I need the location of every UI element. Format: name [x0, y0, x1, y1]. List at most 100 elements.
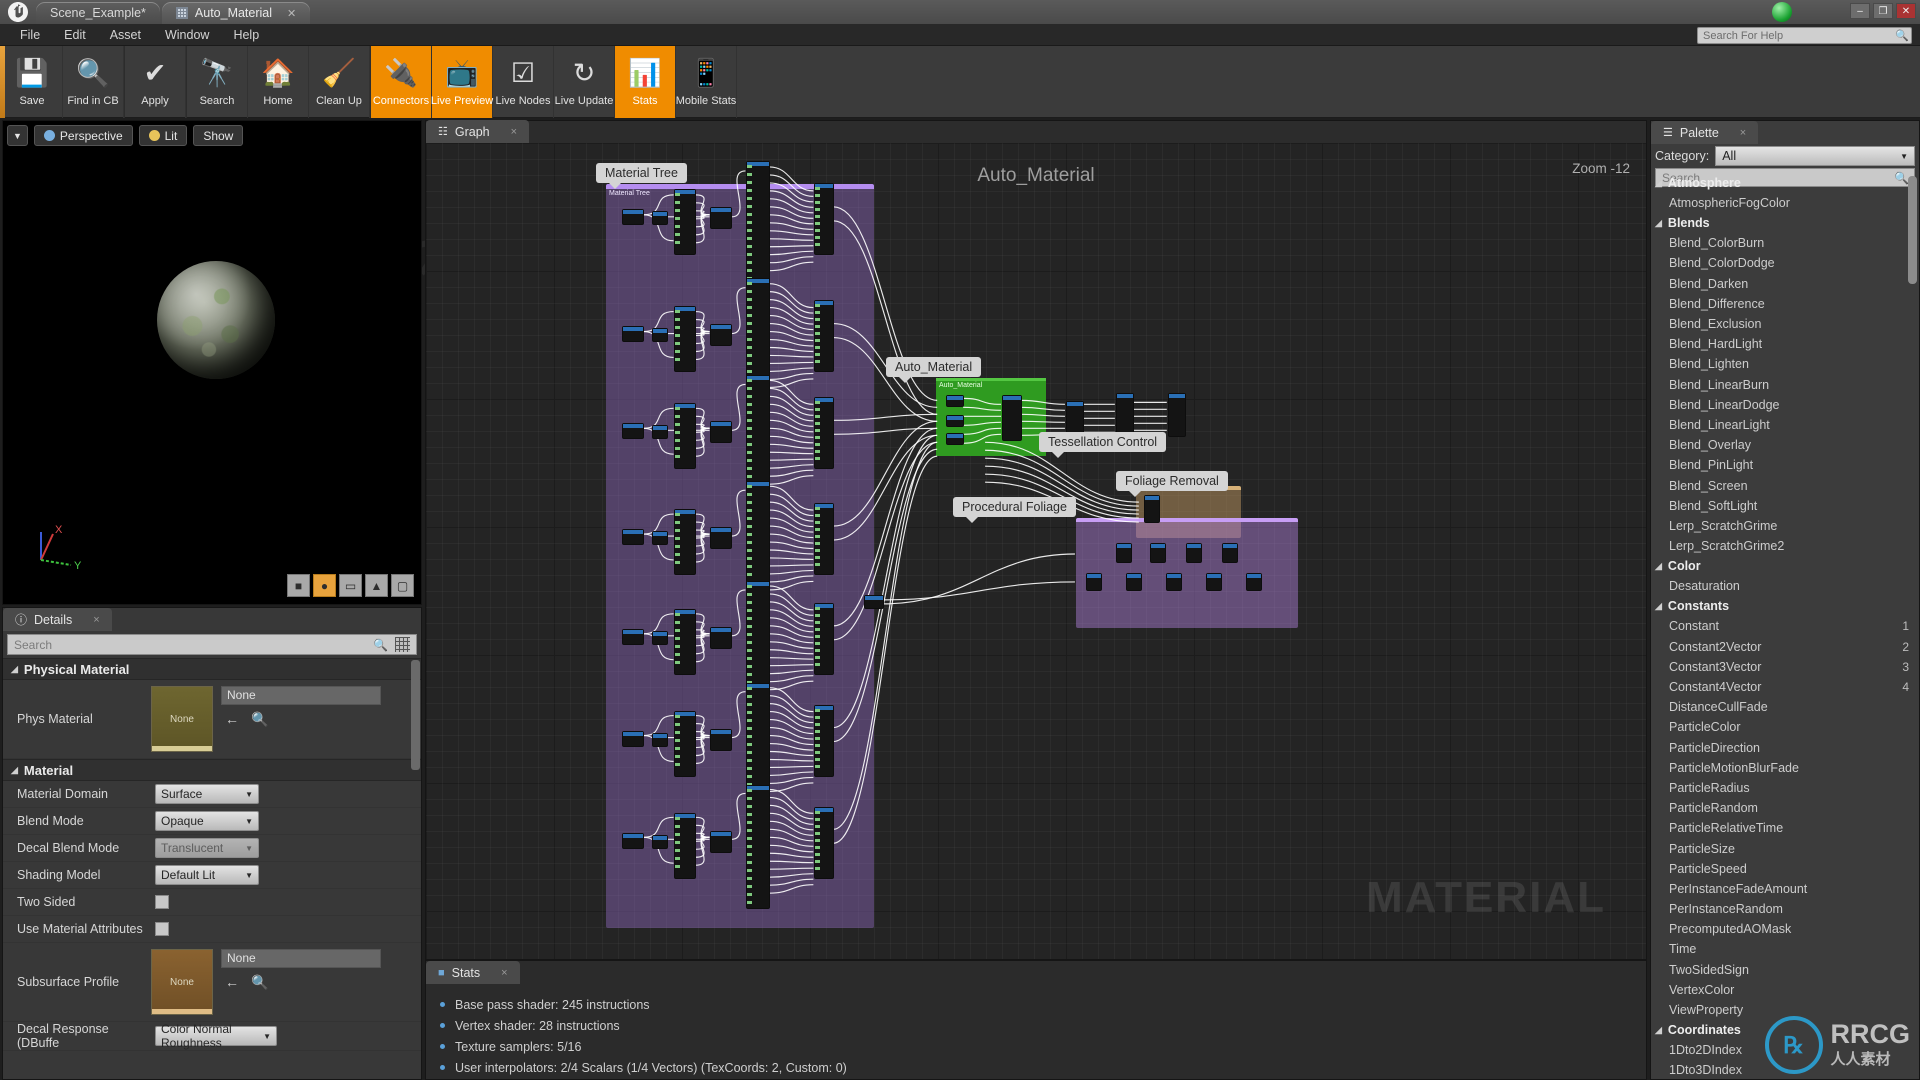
node-output-pin[interactable] — [815, 229, 820, 232]
tree-input-node[interactable] — [622, 833, 644, 849]
viewport-lit-button[interactable]: Lit — [138, 125, 188, 146]
node-output-pin[interactable] — [815, 215, 820, 218]
palette-item[interactable]: Blend_ColorBurn — [1651, 233, 1919, 253]
tree-small-node[interactable] — [652, 631, 668, 645]
node-input-pin[interactable] — [747, 330, 752, 333]
palette-item[interactable]: DistanceCullFade — [1651, 697, 1919, 717]
node-input-pin[interactable] — [747, 189, 752, 192]
close-button[interactable]: ✕ — [1896, 3, 1916, 19]
node-output-pin[interactable] — [815, 758, 820, 761]
node-input-pin[interactable] — [675, 841, 680, 844]
node-input-pin[interactable] — [747, 459, 752, 462]
node-input-pin[interactable] — [675, 521, 680, 524]
node-output-pin[interactable] — [815, 853, 820, 856]
cone-icon[interactable]: ▲ — [365, 574, 388, 597]
node-input-pin[interactable] — [747, 557, 752, 560]
node-output-pin[interactable] — [815, 825, 820, 828]
node-output-pin[interactable] — [815, 549, 820, 552]
details-search-input[interactable]: Search 🔍 👁 — [7, 634, 417, 655]
stats-tab[interactable]: ■ Stats × — [426, 961, 520, 984]
tree-mul-node[interactable] — [710, 421, 732, 443]
node-output-pin[interactable] — [815, 429, 820, 432]
tree-small-node[interactable] — [652, 211, 668, 225]
cube-icon[interactable]: ▢ — [391, 574, 414, 597]
palette-item[interactable]: Constant3Vector 3 — [1651, 657, 1919, 677]
bubble-foliage-removal[interactable]: Foliage Removal — [1116, 471, 1228, 497]
node-input-pin[interactable] — [747, 719, 752, 722]
menu-item-window[interactable]: Window — [153, 24, 221, 46]
node-input-pin[interactable] — [747, 314, 752, 317]
select-blend-mode[interactable]: Opaque ▼ — [155, 811, 259, 831]
node-input-pin[interactable] — [747, 735, 752, 738]
node-input-pin[interactable] — [747, 197, 752, 200]
node-output-pin[interactable] — [815, 818, 820, 821]
comment-box-procedural-foliage[interactable] — [1076, 518, 1298, 628]
viewport-perspective-button[interactable]: Perspective — [33, 125, 133, 146]
foliage-removal-node[interactable] — [1144, 495, 1160, 523]
bubble-procedural-foliage[interactable]: Procedural Foliage — [953, 497, 1076, 523]
node-input-pin[interactable] — [747, 775, 752, 778]
node-input-pin[interactable] — [675, 849, 680, 852]
palette-category-color[interactable]: ◢ Color — [1651, 556, 1919, 576]
node-input-pin[interactable] — [747, 411, 752, 414]
palette-list[interactable]: ◢ Atmosphere AtmosphericFogColor ◢ Blends Ble… — [1651, 173, 1919, 1079]
node-output-pin[interactable] — [815, 443, 820, 446]
node-input-pin[interactable] — [675, 439, 680, 442]
node-input-pin[interactable] — [675, 407, 680, 410]
node-output-pin[interactable] — [815, 187, 820, 190]
tree-param-node[interactable] — [674, 189, 696, 255]
palette-item[interactable]: Blend_Exclusion — [1651, 314, 1919, 334]
tree-mul-node[interactable] — [710, 729, 732, 751]
close-icon[interactable]: × — [501, 967, 507, 979]
node-input-pin[interactable] — [675, 342, 680, 345]
node-input-pin[interactable] — [747, 751, 752, 754]
procedural-foliage-node-f[interactable] — [1126, 573, 1142, 591]
asset-value-field[interactable]: None — [221, 686, 381, 705]
node-input-pin[interactable] — [747, 759, 752, 762]
node-input-pin[interactable] — [747, 322, 752, 325]
sphere-icon[interactable]: ● — [313, 574, 336, 597]
node-output-pin[interactable] — [815, 360, 820, 363]
node-output-pin[interactable] — [815, 535, 820, 538]
tree-small-node[interactable] — [652, 328, 668, 342]
node-output-pin[interactable] — [815, 304, 820, 307]
palette-item[interactable]: Blend_Lighten — [1651, 354, 1919, 374]
node-output-pin[interactable] — [815, 450, 820, 453]
node-output-pin[interactable] — [815, 642, 820, 645]
node-input-pin[interactable] — [747, 687, 752, 690]
node-input-pin[interactable] — [675, 545, 680, 548]
node-input-pin[interactable] — [747, 213, 752, 216]
node-input-pin[interactable] — [747, 419, 752, 422]
node-output-pin[interactable] — [815, 332, 820, 335]
toolbar-button-stats[interactable]: 📊 Stats — [615, 46, 676, 118]
node-input-pin[interactable] — [747, 493, 752, 496]
palette-item[interactable]: Blend_Screen — [1651, 475, 1919, 495]
node-input-pin[interactable] — [747, 485, 752, 488]
node-input-pin[interactable] — [747, 475, 752, 478]
browse-magnifier-icon[interactable]: 🔍 — [251, 711, 268, 728]
node-input-pin[interactable] — [747, 703, 752, 706]
node-output-pin[interactable] — [815, 243, 820, 246]
node-input-pin[interactable] — [747, 893, 752, 896]
auto-material-input-a[interactable] — [946, 395, 964, 407]
bubble-tessellation-control[interactable]: Tessellation Control — [1039, 432, 1167, 458]
node-output-pin[interactable] — [815, 408, 820, 411]
node-input-pin[interactable] — [747, 617, 752, 620]
procedural-foliage-node-b[interactable] — [1150, 543, 1166, 563]
node-input-pin[interactable] — [747, 181, 752, 184]
window-tab-scene-example[interactable]: Scene_Example* — [36, 2, 160, 24]
help-search-input[interactable]: Search For Help — [1697, 27, 1912, 44]
tree-param-node[interactable] — [674, 509, 696, 575]
tree-mul-node[interactable] — [710, 627, 732, 649]
use-selected-arrow-icon[interactable]: ← — [225, 974, 239, 991]
node-input-pin[interactable] — [747, 282, 752, 285]
node-input-pin[interactable] — [675, 653, 680, 656]
node-input-pin[interactable] — [675, 233, 680, 236]
node-input-pin[interactable] — [675, 553, 680, 556]
node-input-pin[interactable] — [675, 455, 680, 458]
node-output-pin[interactable] — [815, 521, 820, 524]
toolbar-button-live-update[interactable]: ↻ Live Update — [554, 46, 615, 118]
node-input-pin[interactable] — [747, 821, 752, 824]
node-input-pin[interactable] — [747, 609, 752, 612]
node-input-pin[interactable] — [747, 237, 752, 240]
